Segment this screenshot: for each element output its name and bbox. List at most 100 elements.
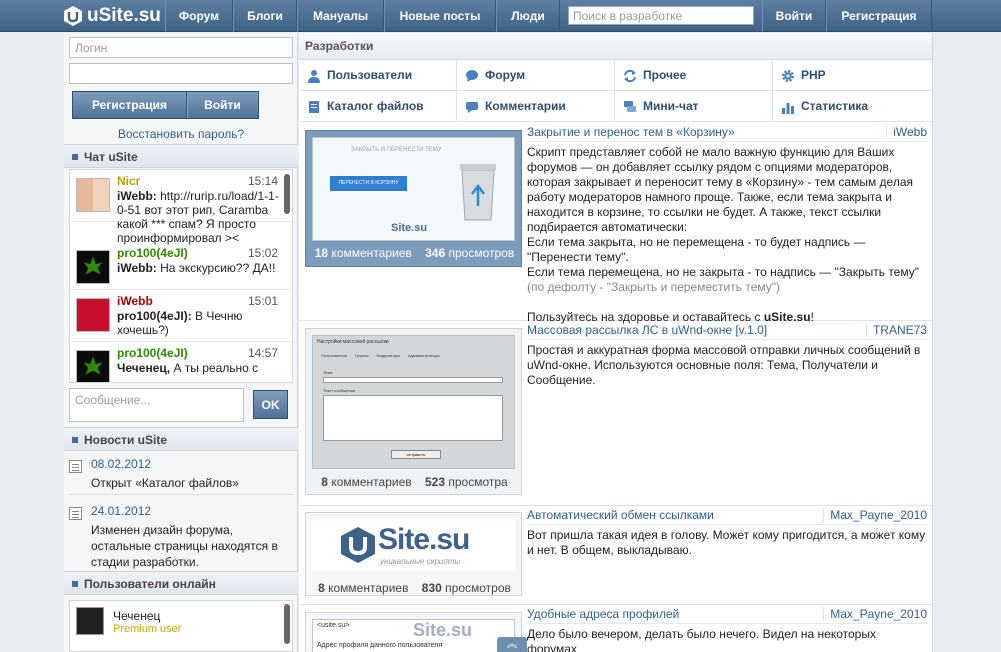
- item-title[interactable]: Автоматический обмен ссылками: [527, 508, 714, 522]
- item-description: Скрипт представляет собой не мало важную…: [527, 145, 920, 324]
- chat-author[interactable]: iWebb: [117, 294, 153, 308]
- thumb-url-text: <usite.su>: [317, 622, 350, 629]
- leaf-icon: [83, 356, 103, 375]
- chat-time: 15:01: [247, 294, 278, 308]
- register-button[interactable]: Регистрация: [73, 92, 187, 118]
- avatar[interactable]: [76, 178, 110, 212]
- speech-bubble-icon: [466, 70, 478, 82]
- news-icon: [69, 460, 82, 473]
- category-label: Пользователи: [327, 68, 413, 82]
- nav-forum[interactable]: Форум: [165, 0, 233, 32]
- item-title[interactable]: Массовая рассылка ЛС в uWnd-окне [v.1.0]: [527, 323, 767, 337]
- chat-message: pro100(4eJI) 14:57 Чеченец, А ты реально…: [70, 342, 292, 382]
- news-date[interactable]: 24.01.2012: [91, 504, 151, 518]
- avatar[interactable]: [76, 250, 110, 284]
- left-sidebar: Регистрация Войти Восстановить пароль? Ч…: [64, 33, 298, 652]
- item-description: Вот пришла такая идея в голову. Может ко…: [527, 528, 926, 557]
- dev-item: <usite.su> Site.su Адрес профиля данного…: [299, 606, 932, 652]
- comment-icon: [466, 102, 478, 113]
- chat-header: Чат uSite: [64, 144, 298, 168]
- password-input[interactable]: [69, 63, 293, 84]
- category-label: Прочее: [643, 68, 687, 82]
- chat-author[interactable]: Nicr: [117, 174, 140, 188]
- nav-new-posts[interactable]: Новые посты: [384, 0, 496, 32]
- chat-send-button[interactable]: OK: [253, 390, 288, 419]
- refresh-icon: [624, 69, 636, 83]
- logo-icon: [64, 6, 82, 26]
- divider: [527, 141, 927, 142]
- category-forum[interactable]: Форум: [457, 60, 615, 91]
- nav-people[interactable]: Люди: [496, 0, 560, 32]
- item-thumbnail[interactable]: Site.su уникальные скрипты 8 комментарие…: [305, 512, 522, 596]
- login-button[interactable]: Войти: [187, 92, 257, 118]
- item-thumbnail[interactable]: ЗАКРЫТЬ И ПЕРЕНЕСТИ ТЕМУ ПЕРЕНЕСТИ В КОР…: [305, 130, 522, 267]
- item-description: Дело было вечером, делать было нечего. В…: [527, 627, 876, 652]
- item-title[interactable]: Закрытие и перенос тем в «Корзину»: [527, 125, 735, 139]
- chat-author[interactable]: pro100(4eJI): [117, 246, 188, 260]
- online-scrollbar[interactable]: [284, 604, 290, 644]
- chat-author[interactable]: pro100(4eJI): [117, 346, 188, 360]
- category-label: Мини-чат: [643, 99, 699, 113]
- chat-time: 14:57: [247, 346, 278, 360]
- divider: [527, 524, 927, 525]
- header-login-button[interactable]: Войти: [762, 0, 826, 32]
- chat-time: 15:14: [247, 174, 278, 188]
- category-statistics[interactable]: Статистика: [773, 91, 932, 122]
- thumbnail-image: Site.su уникальные скрипты: [312, 519, 515, 571]
- item-thumbnail[interactable]: Настройки массовой рассылки Пользователи…: [305, 328, 522, 495]
- item-stats: 18 комментариев 346 просмотров: [314, 246, 515, 260]
- online-user-status: Premium user: [113, 623, 182, 635]
- thumb-logo-text: Site.su: [378, 523, 470, 556]
- nav-blogs[interactable]: Блоги: [233, 0, 297, 32]
- restore-password-link[interactable]: Восстановить пароль?: [64, 127, 298, 141]
- category-file-catalog[interactable]: Каталог файлов: [299, 91, 457, 122]
- news-date[interactable]: 08.02.2012: [91, 457, 151, 471]
- item-author[interactable]: Max_Payne_2010: [823, 607, 927, 621]
- avatar[interactable]: [76, 607, 104, 635]
- category-php[interactable]: PHP: [773, 60, 932, 91]
- news-text: Открыт «Каталог файлов»: [91, 476, 239, 490]
- header-register-button[interactable]: Регистрация: [826, 0, 932, 32]
- site-logo[interactable]: uSite.su: [62, 3, 161, 29]
- category-label: Форум: [485, 68, 526, 82]
- thumbnail-image: Настройки массовой рассылки Пользователи…: [312, 335, 515, 469]
- news-item: 08.02.2012 Открыт «Каталог файлов»: [69, 457, 293, 495]
- chat-message-input[interactable]: [69, 388, 244, 422]
- category-users[interactable]: Пользователи: [299, 60, 457, 91]
- item-author[interactable]: iWebb: [886, 125, 927, 139]
- dev-item: ЗАКРЫТЬ И ПЕРЕНЕСТИ ТЕМУ ПЕРЕНЕСТИ В КОР…: [299, 124, 932, 324]
- chat-text: iWebb: http://rurip.ru/load/1-1-0-51 вот…: [117, 189, 279, 245]
- item-title[interactable]: Удобные адреса профилей: [527, 607, 679, 621]
- chat-panel: Nicr 15:14 iWebb: http://rurip.ru/load/1…: [69, 169, 293, 383]
- breadcrumb: Разработки: [299, 33, 932, 60]
- thumb-window-title: Настройки массовой рассылки: [317, 339, 389, 345]
- thumb-field-label: Текст сообщения: [323, 388, 356, 393]
- avatar[interactable]: [76, 350, 110, 382]
- news-item: 24.01.2012 Изменен дизайн форума, осталь…: [69, 504, 293, 572]
- category-mini-chat[interactable]: Мини-чат: [615, 91, 773, 122]
- auth-buttons: Регистрация Войти: [72, 91, 259, 119]
- top-navbar: uSite.su Форум Блоги Мануалы Новые посты…: [0, 0, 1001, 32]
- thumb-caption: Адрес профиля данного пользователя: [317, 642, 443, 649]
- search-input[interactable]: [568, 6, 754, 25]
- item-thumbnail[interactable]: <usite.su> Site.su Адрес профиля данного…: [305, 612, 522, 652]
- dev-item: Site.su уникальные скрипты 8 комментарие…: [299, 507, 932, 605]
- item-author[interactable]: Max_Payne_2010: [823, 508, 927, 522]
- avatar[interactable]: [76, 298, 110, 332]
- category-other[interactable]: Прочее: [615, 60, 773, 91]
- category-label: Комментарии: [485, 99, 566, 113]
- item-stats: 8 комментариев 830 просмотров: [318, 581, 511, 595]
- recycle-bin-icon: [460, 164, 496, 221]
- scroll-to-top-button[interactable]: ︽: [497, 637, 527, 652]
- online-users-header: Пользователи онлайн: [64, 571, 298, 595]
- thumb-tagline: уникальные скрипты: [380, 557, 461, 566]
- bar-chart-icon: [782, 103, 794, 114]
- nav-manuals[interactable]: Мануалы: [297, 0, 384, 32]
- category-comments[interactable]: Комментарии: [457, 91, 615, 122]
- file-icon: [309, 101, 319, 113]
- item-author[interactable]: TRANE73: [865, 323, 927, 337]
- dev-item: Настройки массовой рассылки Пользователи…: [299, 322, 932, 506]
- online-user-name[interactable]: Чеченец: [113, 609, 160, 623]
- chat-scrollbar[interactable]: [284, 174, 290, 214]
- login-input[interactable]: [69, 37, 293, 58]
